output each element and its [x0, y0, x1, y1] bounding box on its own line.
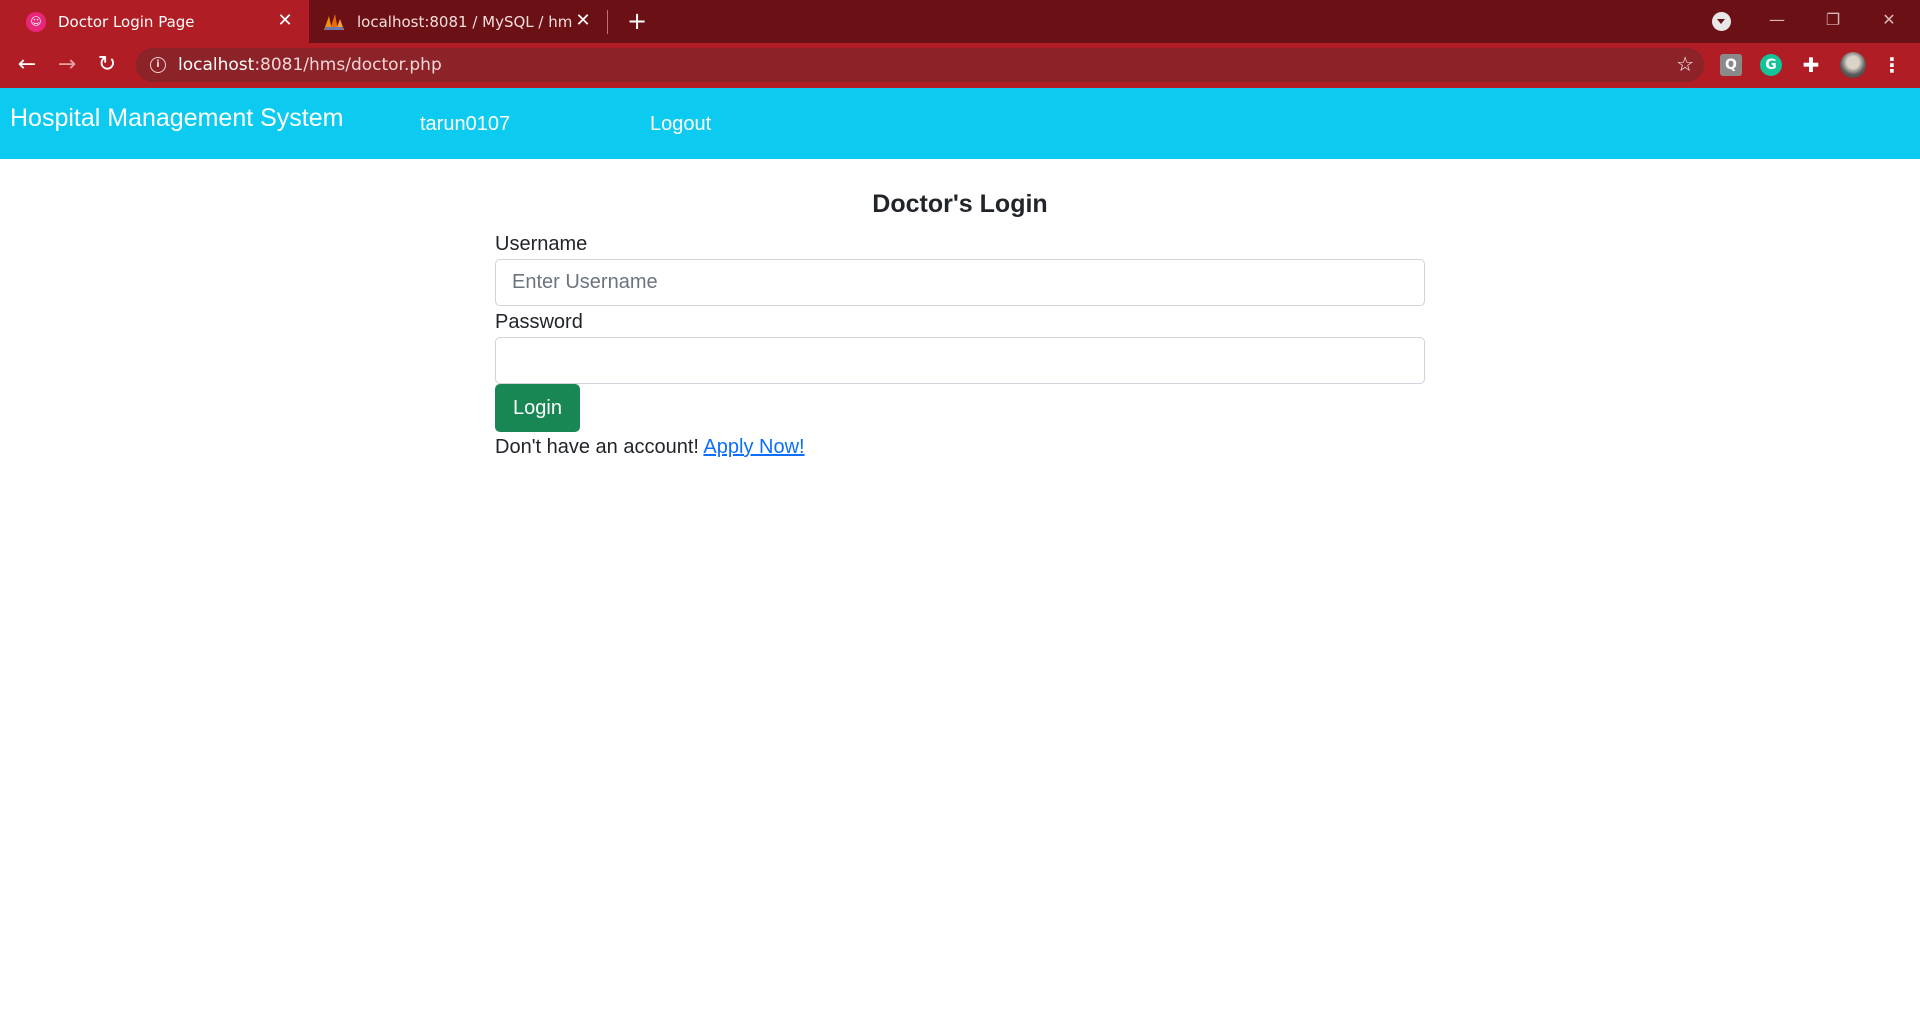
bookmark-star-icon[interactable]: ☆ — [1676, 52, 1694, 76]
nav-username[interactable]: tarun0107 — [420, 113, 510, 136]
profile-avatar[interactable] — [1840, 52, 1866, 78]
login-button[interactable]: Login — [495, 384, 580, 432]
url-text[interactable]: localhost:8081/hms/doctor.php — [178, 55, 442, 75]
smiley-favicon-icon: ☺ — [26, 11, 46, 32]
tab-doctor-login[interactable]: ☺ Doctor Login Page ✕ — [0, 0, 309, 43]
address-bar[interactable]: i localhost:8081/hms/doctor.php ☆ — [136, 48, 1704, 82]
site-navbar: Hospital Management System tarun0107 Log… — [0, 88, 1920, 159]
browser-toolbar: ← → ↻ i localhost:8081/hms/doctor.php ☆ … — [0, 43, 1920, 88]
minimize-icon[interactable]: — — [1749, 0, 1805, 43]
quick-extension-icon[interactable]: Q — [1720, 54, 1742, 76]
tab-phpmyadmin[interactable]: localhost:8081 / MySQL / hms / ı ✕ — [309, 0, 607, 43]
username-input[interactable] — [495, 259, 1425, 306]
back-arrow-icon[interactable]: ← — [12, 50, 42, 80]
grammarly-extension-icon[interactable]: G — [1760, 54, 1782, 76]
restore-window-icon[interactable]: ❐ — [1805, 0, 1861, 43]
signup-prompt-text: Don't have an account! — [495, 436, 699, 458]
reload-icon[interactable]: ↻ — [92, 50, 122, 80]
phpmyadmin-favicon-icon — [323, 12, 345, 32]
tab-divider — [607, 10, 608, 34]
extensions-puzzle-icon[interactable]: ✚ — [1800, 54, 1822, 76]
password-label: Password — [495, 311, 583, 333]
browser-menu-icon[interactable]: ⋮ — [1880, 52, 1904, 78]
username-label: Username — [495, 233, 588, 255]
tab-title: localhost:8081 / MySQL / hms / ı — [357, 12, 572, 31]
tab-search-chevron-icon[interactable] — [1712, 12, 1731, 31]
tab-close-icon[interactable]: ✕ — [275, 11, 295, 31]
signup-prompt: Don't have an account! Apply Now! — [495, 436, 805, 459]
apply-now-link[interactable]: Apply Now! — [703, 436, 804, 458]
forward-arrow-icon[interactable]: → — [52, 50, 82, 80]
page-title: Doctor's Login — [872, 190, 1048, 218]
tab-title: Doctor Login Page — [58, 12, 195, 31]
new-tab-plus-icon[interactable]: + — [624, 8, 650, 34]
close-window-icon[interactable]: ✕ — [1861, 0, 1917, 43]
browser-tabstrip: ☺ Doctor Login Page ✕ localhost:8081 / M… — [0, 0, 1920, 43]
site-info-icon[interactable]: i — [150, 57, 166, 73]
nav-logout-link[interactable]: Logout — [650, 113, 711, 136]
navbar-brand[interactable]: Hospital Management System — [10, 104, 343, 133]
tab-close-icon[interactable]: ✕ — [573, 11, 593, 31]
password-input[interactable] — [495, 337, 1425, 384]
